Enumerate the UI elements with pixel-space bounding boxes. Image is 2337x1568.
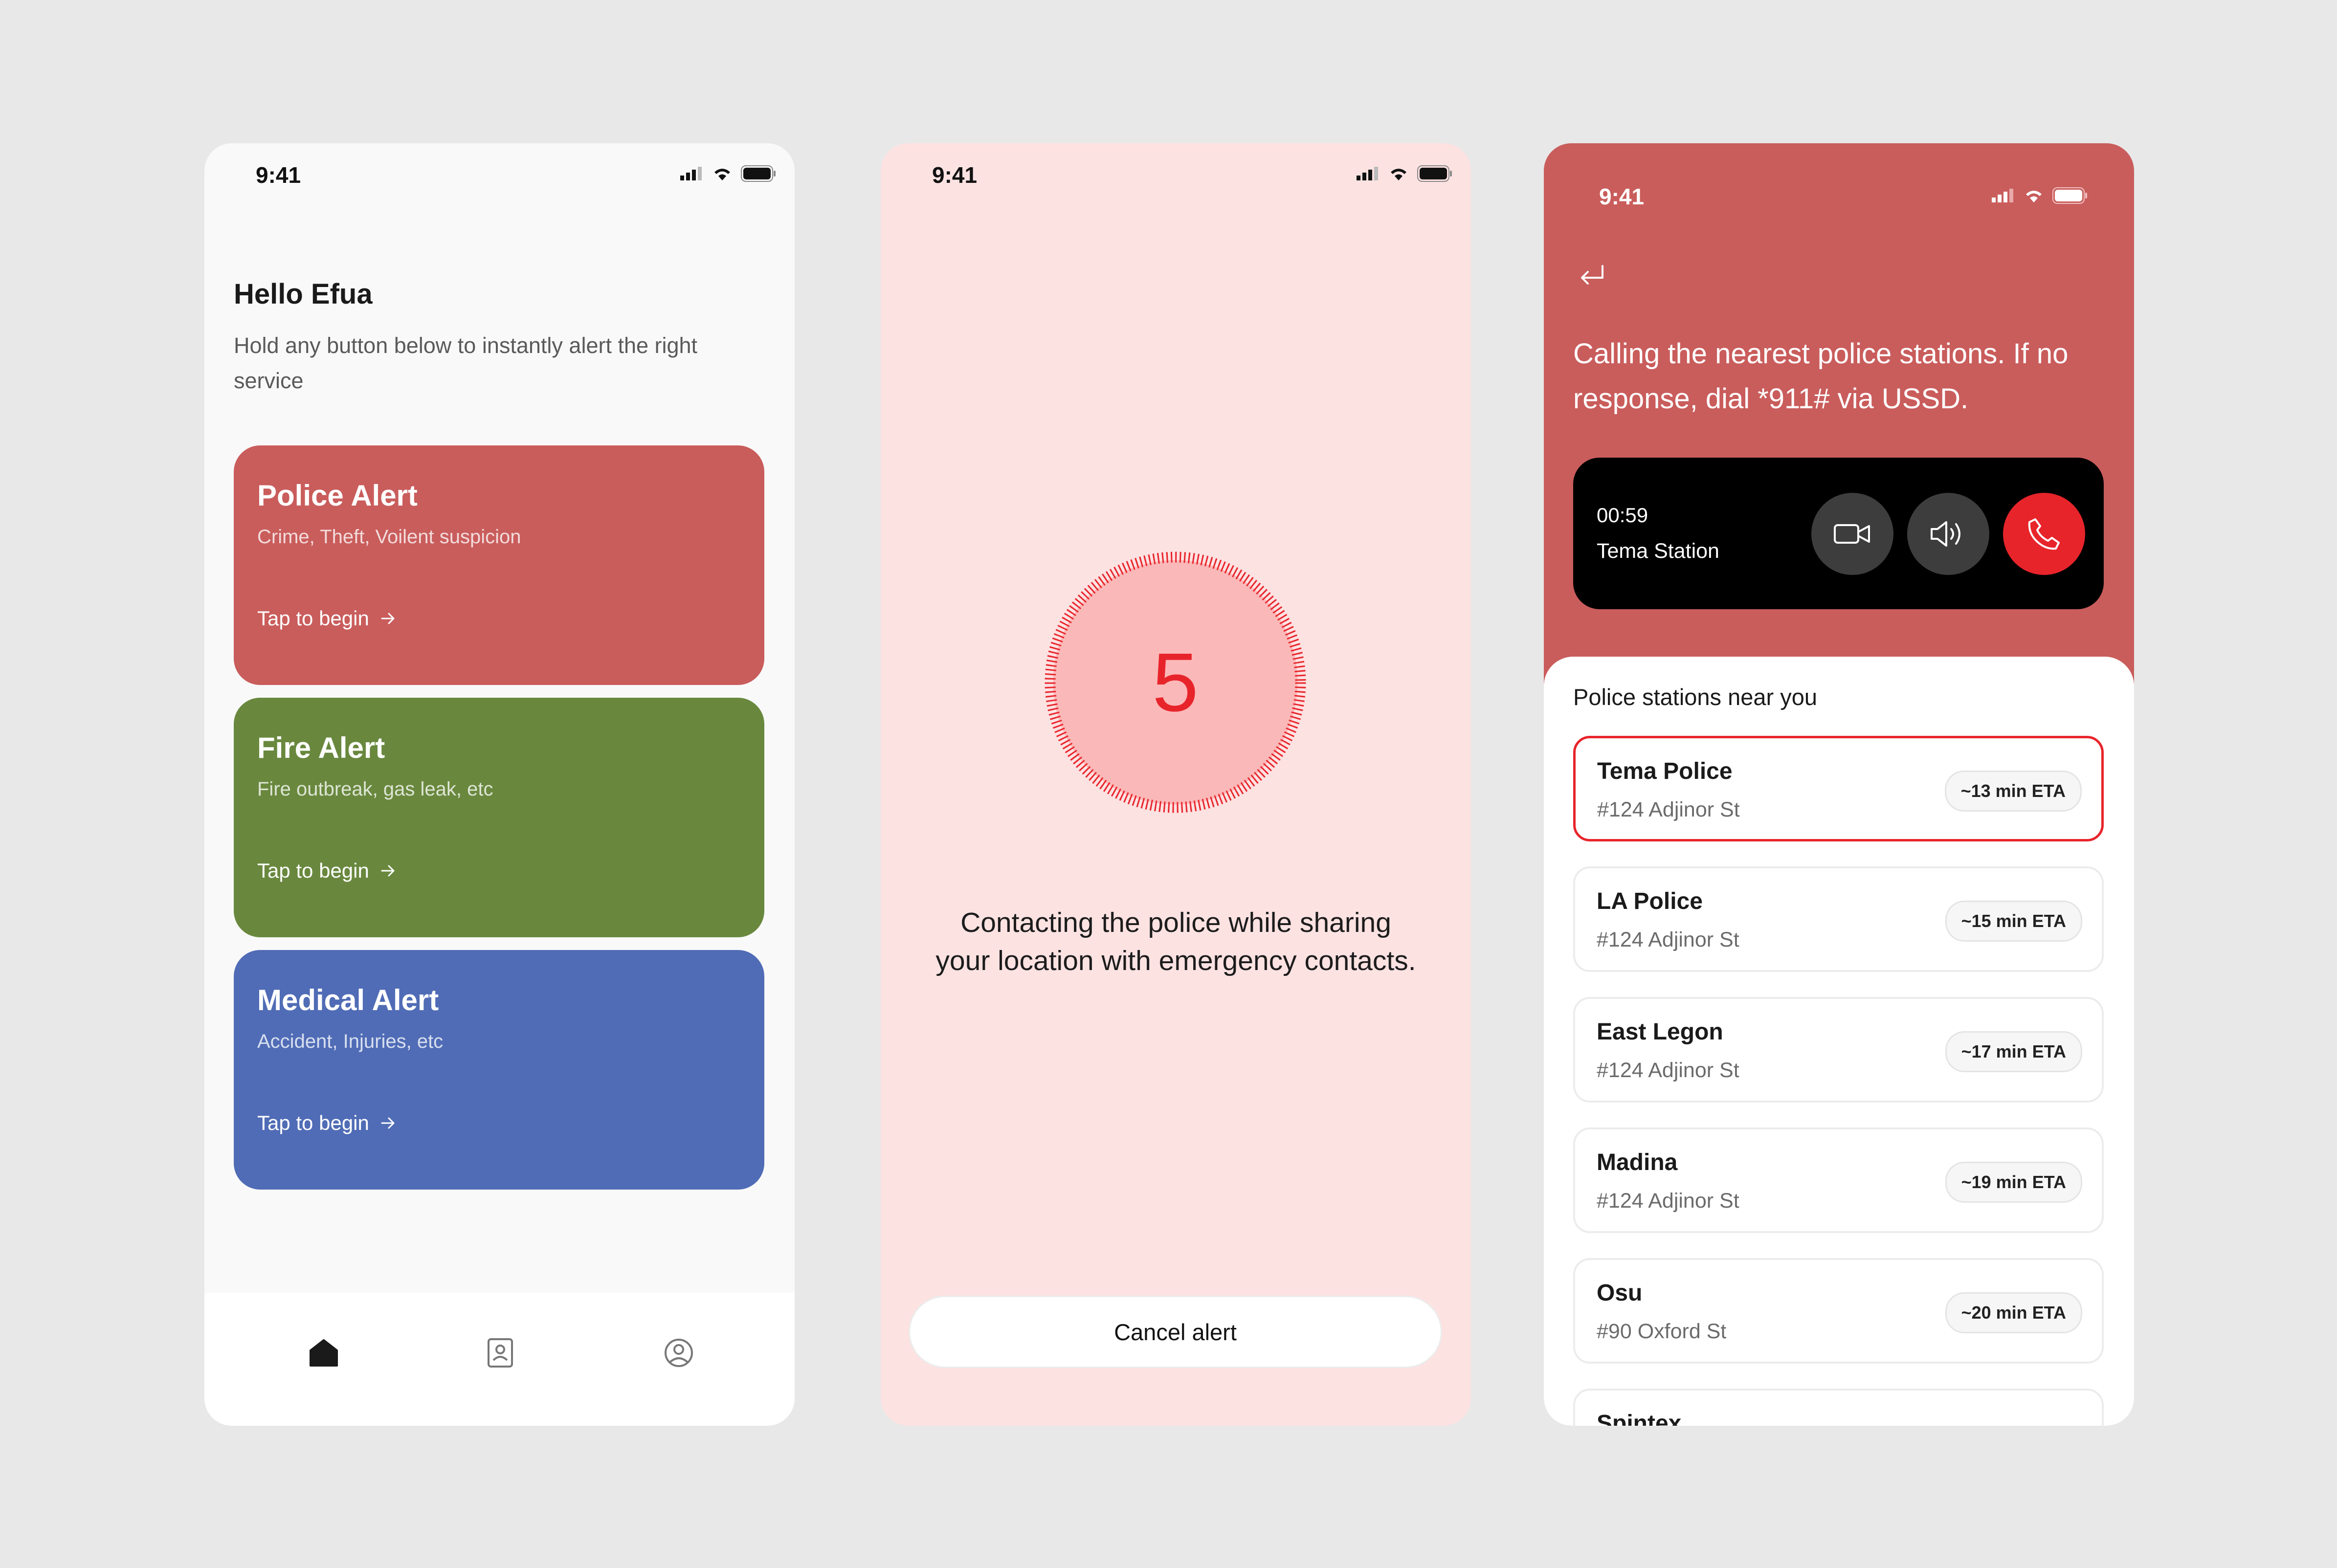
call-timer: 00:59 xyxy=(1597,504,1648,527)
police-alert-card[interactable]: Police Alert Crime, Theft, Voilent suspi… xyxy=(234,445,764,685)
station-name: Osu xyxy=(1597,1280,1643,1306)
eta-badge: ~20 min ETA xyxy=(1945,1292,2082,1333)
status-time: 9:41 xyxy=(932,162,978,188)
bottom-tab-bar xyxy=(204,1293,795,1426)
status-message: Contacting the police while sharing your… xyxy=(935,907,1416,976)
speaker-icon xyxy=(1931,521,1960,547)
wifi-icon xyxy=(2026,191,2042,202)
station-address: #124 Adjinor St xyxy=(1597,1059,1739,1082)
status-time: 9:41 xyxy=(256,162,301,188)
profile-icon xyxy=(665,1339,693,1367)
station-address: #90 Oxford St xyxy=(1597,1320,1727,1343)
video-call-button[interactable] xyxy=(1811,493,1893,575)
wifi-icon xyxy=(1391,169,1406,180)
call-station-name: Tema Station xyxy=(1597,539,1719,563)
card-title: Police Alert xyxy=(257,479,418,512)
station-address: #124 Adjinor St xyxy=(1597,1189,1739,1213)
card-description: Fire outbreak, gas leak, etc xyxy=(257,778,493,800)
station-card[interactable]: LA Police #124 Adjinor St ~15 min ETA xyxy=(1573,866,2104,972)
cta-label: Tap to begin xyxy=(257,859,369,882)
phone-icon xyxy=(2028,518,2060,550)
station-card-active[interactable]: Tema Police #124 Adjinor St ~13 min ETA xyxy=(1573,736,2104,841)
cta-label: Tap to begin xyxy=(257,1111,369,1134)
eta-badge: ~15 min ETA xyxy=(1945,901,2082,942)
station-name: East Legon xyxy=(1597,1019,1723,1045)
status-time: 9:41 xyxy=(1599,184,1645,209)
eta-badge: ~17 min ETA xyxy=(1945,1031,2082,1072)
station-card[interactable]: Madina #124 Adjinor St ~19 min ETA xyxy=(1573,1127,2104,1233)
status-icons xyxy=(680,165,776,182)
end-call-button[interactable] xyxy=(2003,493,2085,575)
arrow-right-icon xyxy=(381,613,395,624)
back-icon[interactable] xyxy=(1577,263,1607,290)
countdown-number: 5 xyxy=(1152,636,1199,729)
station-card[interactable]: East Legon #124 Adjinor St ~17 min ETA xyxy=(1573,997,2104,1103)
card-description: Accident, Injuries, etc xyxy=(257,1031,444,1052)
signal-icon xyxy=(1357,167,1378,180)
calling-message: Calling the nearest police stations. If … xyxy=(1573,338,2069,415)
station-name: LA Police xyxy=(1597,888,1703,914)
eta-badge: ~13 min ETA xyxy=(1944,771,2082,812)
tap-to-begin-link[interactable]: Tap to begin xyxy=(257,607,397,630)
tap-to-begin-link[interactable]: Tap to begin xyxy=(257,1111,397,1135)
tab-profile[interactable] xyxy=(662,1336,696,1370)
wifi-icon xyxy=(714,169,730,180)
cta-label: Tap to begin xyxy=(257,607,369,630)
signal-icon xyxy=(680,167,702,180)
status-icons xyxy=(1357,165,1452,182)
tab-home[interactable] xyxy=(307,1336,341,1370)
contacts-book-icon xyxy=(488,1338,513,1368)
greeting: Hello Efua xyxy=(234,278,373,310)
video-camera-icon xyxy=(1834,524,1870,544)
home-screen: 9:41 Hello Efua Hold any button below to… xyxy=(204,143,795,1426)
station-address: #124 Adjinor St xyxy=(1597,798,1740,821)
station-name: Spintex xyxy=(1597,1411,1682,1426)
status-icons xyxy=(1992,187,2088,204)
status-bar: 9:41 xyxy=(881,143,1471,212)
battery-icon xyxy=(2052,187,2087,204)
tab-contacts[interactable] xyxy=(483,1336,517,1370)
station-name: Madina xyxy=(1597,1149,1678,1175)
station-card-partial[interactable]: Spintex xyxy=(1573,1389,2104,1426)
medical-alert-card[interactable]: Medical Alert Accident, Injuries, etc Ta… xyxy=(234,950,764,1190)
card-title: Medical Alert xyxy=(257,984,439,1016)
signal-icon xyxy=(1992,189,2013,202)
home-icon xyxy=(310,1339,338,1367)
status-bar: 9:41 xyxy=(204,143,795,212)
station-card[interactable]: Osu #90 Oxford St ~20 min ETA xyxy=(1573,1258,2104,1364)
eta-badge: ~19 min ETA xyxy=(1945,1162,2082,1203)
speaker-button[interactable] xyxy=(1907,493,1989,575)
battery-icon xyxy=(741,165,776,182)
card-description: Crime, Theft, Voilent suspicion xyxy=(257,526,521,548)
station-address: #124 Adjinor St xyxy=(1597,928,1739,951)
calling-screen: 9:41 Calling the nearest police stations… xyxy=(1544,143,2134,1426)
instructions: Hold any button below to instantly alert… xyxy=(234,333,698,393)
card-title: Fire Alert xyxy=(257,731,385,764)
station-name: Tema Police xyxy=(1597,758,1733,784)
tap-to-begin-link[interactable]: Tap to begin xyxy=(257,859,397,883)
stations-sheet: Police stations near you Tema Police #12… xyxy=(1544,657,2134,1426)
arrow-right-icon xyxy=(381,865,395,877)
fire-alert-card[interactable]: Fire Alert Fire outbreak, gas leak, etc … xyxy=(234,698,764,937)
countdown-screen: 9:41 5 Contacting the police while shari… xyxy=(881,143,1471,1426)
arrow-right-icon xyxy=(381,1117,395,1129)
active-call-bar: 00:59 Tema Station xyxy=(1573,458,2104,609)
stations-list-title: Police stations near you xyxy=(1573,684,1818,710)
battery-icon xyxy=(1417,165,1452,182)
status-bar: 9:41 xyxy=(1544,143,2134,212)
cancel-alert-button[interactable]: Cancel alert xyxy=(910,1297,1441,1367)
